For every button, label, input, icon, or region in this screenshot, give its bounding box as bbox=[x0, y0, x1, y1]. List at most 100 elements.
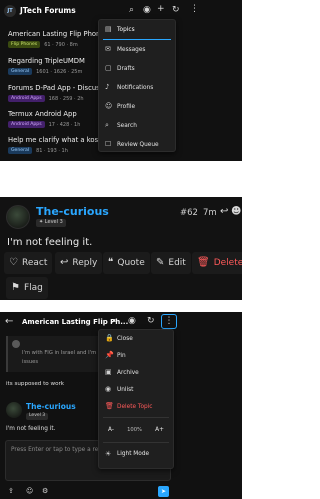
bell-icon: ♪ bbox=[105, 83, 110, 91]
delete-button[interactable]: 🗑 Delete bbox=[192, 252, 242, 274]
flag-label: Flag bbox=[23, 283, 43, 293]
add-icon[interactable]: + bbox=[157, 5, 165, 14]
category-badge[interactable]: Android Apps bbox=[8, 121, 45, 129]
more-menu-button[interactable]: ⋮ bbox=[161, 314, 177, 329]
level-text: Level 3 bbox=[44, 219, 63, 225]
avatar[interactable] bbox=[6, 205, 30, 229]
category-badge[interactable]: Flip Phones bbox=[8, 41, 41, 49]
refresh-icon[interactable]: ↻ bbox=[172, 6, 180, 15]
reply-arrow-icon[interactable]: ↩ bbox=[220, 207, 228, 217]
menu-item-close[interactable]: 🔒 Close bbox=[99, 330, 173, 347]
menu-divider bbox=[103, 417, 169, 418]
menu-label: Notifications bbox=[117, 84, 154, 91]
topic-stats: 17 · 428 · 1h bbox=[48, 121, 81, 128]
post-body: I'm not feeling it. bbox=[7, 237, 93, 248]
quote-text-2: issues bbox=[22, 359, 39, 365]
username[interactable]: The-curious bbox=[36, 205, 109, 218]
star-icon: ✦ bbox=[39, 219, 44, 225]
menu-item-search[interactable]: ⌕ Search bbox=[99, 116, 175, 135]
chat-icon: ▤ bbox=[105, 25, 112, 33]
send-button[interactable]: ➤ bbox=[158, 486, 169, 497]
user-group-icon[interactable]: ☻ bbox=[231, 207, 241, 217]
menu-item-notifications[interactable]: ♪ Notifications bbox=[99, 78, 175, 97]
flag-button[interactable]: ⚑ Flag bbox=[6, 277, 48, 299]
review-icon: ☐ bbox=[105, 140, 112, 148]
menu-divider bbox=[103, 442, 169, 443]
username[interactable]: The-curious bbox=[26, 402, 76, 411]
level-badge: Level 3 bbox=[26, 413, 49, 420]
navigation-menu: ▤ Topics ✉ Messages ▢ Drafts ♪ Notificat… bbox=[98, 19, 176, 152]
topic-admin-menu: 🔒 Close 📌 Pin ▣ Archive ◉ Unlist 🗑 Delet… bbox=[98, 329, 174, 469]
menu-item-pin[interactable]: 📌 Pin bbox=[99, 347, 173, 364]
menu-item-review-queue[interactable]: ☐ Review Queue bbox=[99, 135, 175, 154]
upload-icon[interactable]: ⇪ bbox=[8, 488, 14, 495]
font-decrease-button[interactable]: A- bbox=[105, 425, 117, 435]
menu-label: Delete Topic bbox=[117, 403, 153, 410]
refresh-icon[interactable]: ↻ bbox=[147, 317, 155, 326]
eye-icon[interactable]: ◉ bbox=[128, 317, 136, 326]
menu-item-messages[interactable]: ✉ Messages bbox=[99, 40, 175, 59]
trash-icon: 🗑 bbox=[105, 402, 114, 410]
eye-icon[interactable]: ◉ bbox=[143, 6, 151, 15]
menu-item-unlist[interactable]: ◉ Unlist bbox=[99, 381, 173, 398]
lock-icon: 🔒 bbox=[105, 334, 114, 342]
topic-stats: 1601 · 1626 · 25m bbox=[36, 68, 83, 75]
react-button[interactable]: ♡ React bbox=[4, 252, 53, 274]
post-text: its supposed to work bbox=[6, 381, 65, 387]
eye-icon: ◉ bbox=[105, 385, 112, 393]
category-badge[interactable]: General bbox=[8, 147, 33, 155]
more-menu-icon: ⋮ bbox=[164, 316, 174, 326]
flag-icon: ⚑ bbox=[11, 282, 20, 293]
more-menu-icon[interactable]: ⋮ bbox=[190, 5, 199, 14]
back-arrow-icon[interactable]: ← bbox=[5, 317, 13, 327]
reply-button[interactable]: ↩ Reply bbox=[55, 252, 103, 274]
settings-icon[interactable]: ⚙ bbox=[42, 488, 48, 495]
font-size-control: A- 100% A+ bbox=[99, 420, 173, 440]
post-number[interactable]: #62 bbox=[180, 208, 198, 218]
draft-icon: ▢ bbox=[105, 64, 112, 72]
menu-label: Profile bbox=[117, 103, 136, 110]
quote-button[interactable]: ❝ Quote bbox=[103, 252, 150, 274]
font-increase-button[interactable]: A+ bbox=[152, 425, 167, 435]
category-badge[interactable]: General bbox=[8, 68, 33, 76]
post-detail-panel: The-curious ✦ Level 3 #62 7m ↩ ☻ I'm not… bbox=[0, 197, 242, 300]
quote-avatar bbox=[12, 340, 20, 348]
send-icon: ➤ bbox=[160, 487, 167, 495]
app-logo-text: JT bbox=[7, 8, 13, 14]
react-label: React bbox=[21, 258, 48, 268]
menu-label: Archive bbox=[117, 369, 139, 376]
emoji-icon[interactable]: ☺ bbox=[26, 488, 33, 495]
search-icon[interactable]: ⌕ bbox=[129, 6, 134, 15]
menu-item-topics[interactable]: ▤ Topics bbox=[99, 20, 175, 39]
reply-label: Reply bbox=[72, 258, 98, 268]
menu-item-light-mode[interactable]: ☀ Light Mode bbox=[99, 445, 173, 463]
menu-item-archive[interactable]: ▣ Archive bbox=[99, 364, 173, 381]
composer-placeholder: Press Enter or tap to type a re bbox=[11, 447, 99, 453]
topic-view-panel: ← American Lasting Flip Ph... ⌕ ◉ ↻ ⋮ I'… bbox=[0, 312, 242, 499]
category-badge[interactable]: Android Apps bbox=[8, 95, 45, 103]
delete-label: Delete bbox=[213, 258, 242, 268]
menu-label: Pin bbox=[117, 352, 126, 359]
menu-label: Close bbox=[117, 335, 133, 342]
level-text: Level 3 bbox=[29, 413, 46, 418]
menu-item-profile[interactable]: ☺ Profile bbox=[99, 97, 175, 116]
edit-button[interactable]: ✎ Edit bbox=[151, 252, 191, 274]
user-icon: ☺ bbox=[105, 102, 113, 110]
quote-block: I'm with FIG in Israel and I'm no issues bbox=[6, 336, 100, 372]
menu-label: Drafts bbox=[117, 65, 135, 72]
level-badge: ✦ Level 3 bbox=[36, 219, 66, 227]
quote-label: Quote bbox=[117, 258, 145, 268]
font-size-value: 100% bbox=[127, 427, 142, 433]
search-icon[interactable]: ⌕ bbox=[112, 317, 117, 326]
avatar[interactable] bbox=[6, 402, 22, 418]
menu-item-delete-topic[interactable]: 🗑 Delete Topic bbox=[99, 398, 173, 415]
quote-icon: ❝ bbox=[108, 257, 114, 268]
trash-icon: 🗑 bbox=[197, 257, 210, 268]
edit-label: Edit bbox=[168, 258, 186, 268]
menu-item-drafts[interactable]: ▢ Drafts bbox=[99, 59, 175, 78]
sun-icon: ☀ bbox=[105, 449, 112, 458]
reply-icon: ↩ bbox=[60, 257, 69, 268]
app-title: JTech Forums bbox=[20, 6, 76, 15]
topic-stats: 168 · 259 · 2h bbox=[48, 95, 84, 102]
menu-label: Messages bbox=[117, 46, 146, 53]
